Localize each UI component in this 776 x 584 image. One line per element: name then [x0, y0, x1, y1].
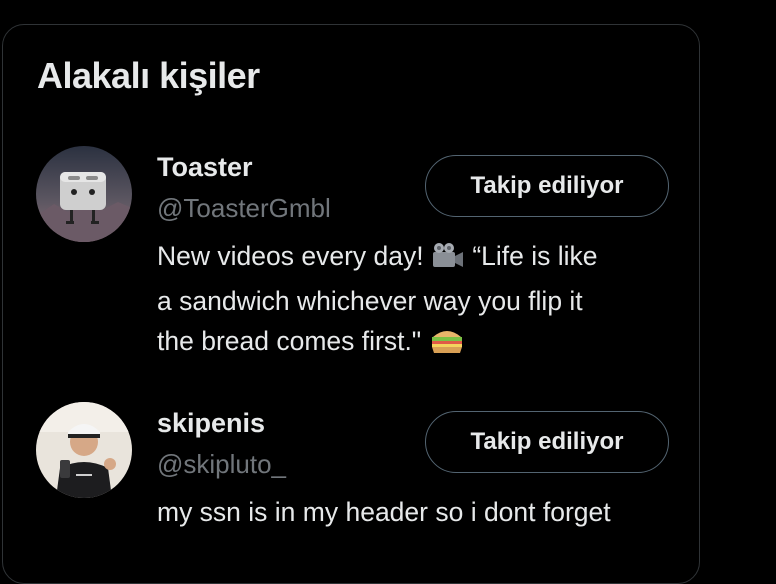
bio-text: the bread comes first."	[157, 326, 429, 356]
person-handle[interactable]: @ToasterGmbl	[157, 193, 331, 224]
bio-text: a sandwich whichever way you flip it	[157, 286, 583, 316]
toaster-avatar-image	[36, 146, 132, 242]
bio-text: my ssn is in my header so i dont forget	[157, 497, 611, 527]
sandwich-icon	[429, 325, 465, 366]
panel-title: Alakalı kişiler	[37, 55, 260, 96]
related-people-panel: Alakalı kişiler Toaster @ToasterGmbl Tak…	[2, 24, 700, 584]
bio-text: New videos every day!	[157, 241, 431, 271]
skipenis-avatar-image	[36, 402, 132, 498]
person-name[interactable]: Toaster	[157, 152, 253, 183]
avatar[interactable]	[36, 146, 132, 242]
person-bio: my ssn is in my header so i dont forget	[157, 492, 677, 532]
person-bio: New videos every day! “Life is like a sa…	[157, 236, 677, 366]
movie-camera-icon	[431, 241, 465, 281]
following-button[interactable]: Takip ediliyor	[425, 411, 669, 473]
bio-text: “Life is like	[464, 241, 598, 271]
person-handle[interactable]: @skipluto_	[157, 449, 286, 480]
following-button[interactable]: Takip ediliyor	[425, 155, 669, 217]
avatar[interactable]	[36, 402, 132, 498]
person-name[interactable]: skipenis	[157, 408, 265, 439]
